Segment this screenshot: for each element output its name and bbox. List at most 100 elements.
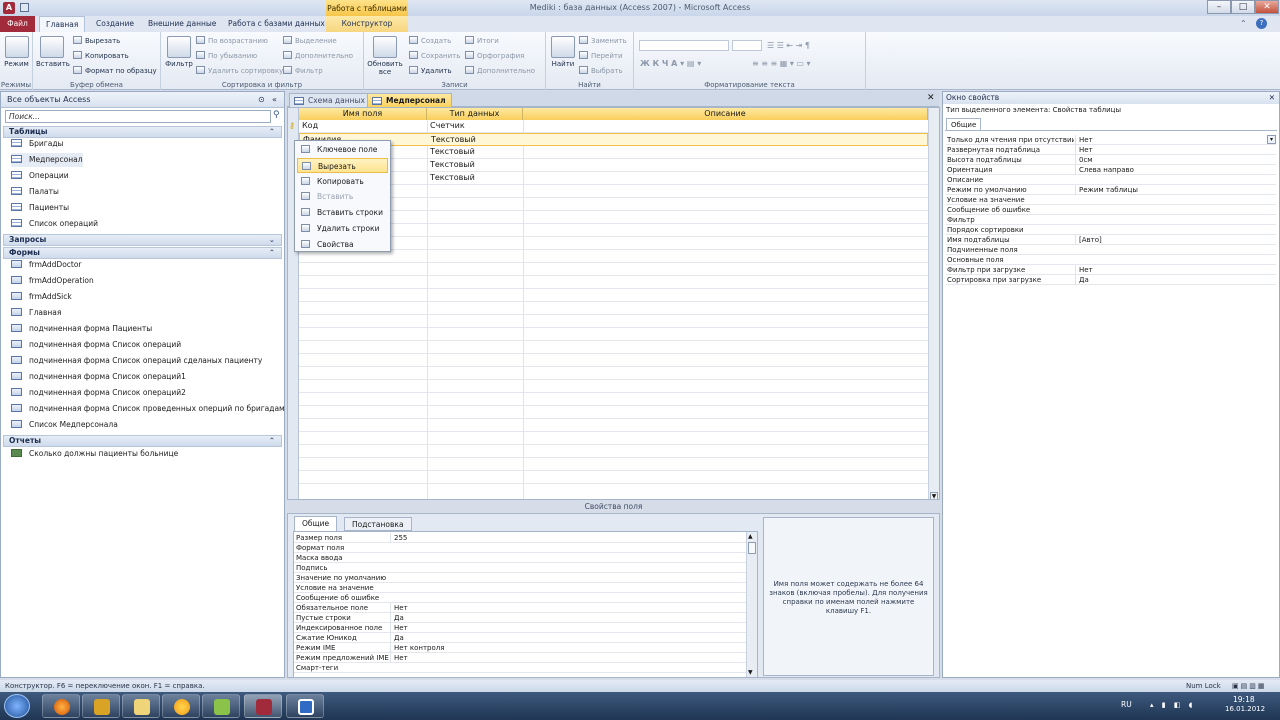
ribbon-minimize-icon[interactable]: ⌃ — [1240, 19, 1247, 28]
data-type-cell[interactable]: Текстовый — [427, 146, 523, 158]
close-icon[interactable]: ✕ — [1269, 92, 1275, 104]
empty-row[interactable] — [299, 237, 928, 250]
nav-item-form[interactable]: подчиненная форма Пациенты — [11, 322, 152, 336]
nav-header[interactable]: Все объекты Access ⊙ « — [1, 92, 284, 108]
property-row[interactable]: Индексированное поле Нет — [294, 623, 746, 633]
tab-design[interactable]: Конструктор — [326, 16, 408, 32]
scroll-down-icon[interactable]: ▼ — [930, 492, 938, 499]
remove-sort-button[interactable]: Удалить сортировку — [196, 66, 283, 75]
property-value[interactable]: Нет контроля — [390, 643, 746, 653]
empty-row[interactable] — [299, 432, 928, 445]
nav-section-reports[interactable]: Отчеты ⌃ — [3, 435, 282, 447]
view-switcher-icons[interactable]: ▣▤▥▦ — [1232, 680, 1266, 692]
description-cell[interactable] — [523, 159, 928, 171]
cut-button[interactable]: Вырезать — [73, 36, 120, 45]
delete-record-button[interactable]: Удалить — [409, 66, 452, 75]
property-value[interactable]: Режим таблицы — [1075, 185, 1275, 195]
taskbar-window[interactable] — [286, 694, 324, 718]
property-row[interactable]: Основные поля — [946, 255, 1276, 265]
property-row[interactable]: Фильтр при загрузке Нет — [946, 265, 1276, 275]
property-row[interactable]: Значение по умолчанию — [294, 573, 746, 583]
font-size-combo[interactable] — [732, 40, 762, 51]
menu-item-properties[interactable]: Свойства — [297, 237, 388, 252]
property-value[interactable]: Да — [390, 613, 746, 623]
copy-button[interactable]: Копировать — [73, 51, 129, 60]
menu-item-copy[interactable]: Копировать — [297, 174, 388, 189]
property-row[interactable]: Режим IME Нет контроля — [294, 643, 746, 653]
table-row[interactable]: Текстовый — [299, 146, 928, 159]
doc-tab-staff[interactable]: Медперсонал — [367, 93, 452, 107]
nav-item-form[interactable]: подчиненная форма Список операций1 — [11, 370, 186, 384]
empty-row[interactable] — [299, 354, 928, 367]
tray-icons[interactable]: ▴ ▮ ◧ ◖ — [1150, 701, 1195, 709]
data-type-cell[interactable]: Счетчик — [427, 120, 523, 132]
property-row[interactable]: Пустые строки Да — [294, 613, 746, 623]
property-value[interactable]: Нет — [1075, 265, 1275, 275]
sort-asc-button[interactable]: По возрастанию — [196, 36, 268, 45]
paste-button[interactable]: Вставить — [36, 36, 70, 68]
clock-time[interactable]: 19:18 — [1233, 695, 1255, 704]
property-value[interactable]: Нет — [390, 603, 746, 613]
empty-row[interactable] — [299, 328, 928, 341]
property-row[interactable]: Сообщение об ошибке — [294, 593, 746, 603]
taskbar-access[interactable] — [244, 694, 282, 718]
property-row[interactable]: Формат поля — [294, 543, 746, 553]
save-record-button[interactable]: Сохранить — [409, 51, 460, 60]
empty-row[interactable] — [299, 419, 928, 432]
nav-item-form[interactable]: подчиненная форма Список проведенных опе… — [11, 402, 285, 416]
empty-row[interactable] — [299, 289, 928, 302]
start-button-icon[interactable] — [4, 694, 30, 718]
description-cell[interactable] — [523, 172, 928, 184]
nav-collapse-icon[interactable]: « — [272, 92, 277, 108]
property-row[interactable]: Режим предложений IME Нет — [294, 653, 746, 663]
sort-desc-button[interactable]: По убыванию — [196, 51, 257, 60]
menu-item-paste[interactable]: Вставить — [297, 189, 388, 204]
property-row[interactable]: Условие на значение — [294, 583, 746, 593]
close-button[interactable]: ✕ — [1255, 0, 1279, 14]
empty-row[interactable] — [299, 276, 928, 289]
empty-row[interactable] — [299, 315, 928, 328]
scroll-thumb[interactable] — [748, 542, 756, 554]
nav-item-form[interactable]: подчиненная форма Список операций2 — [11, 386, 186, 400]
empty-row[interactable] — [299, 341, 928, 354]
nav-item-form[interactable]: frmAddSick — [11, 290, 72, 304]
scroll-up-icon[interactable]: ▲ — [748, 533, 753, 540]
close-doc-icon[interactable]: ✕ — [927, 93, 935, 103]
empty-row[interactable] — [299, 185, 928, 198]
menu-item-insert-rows[interactable]: Вставить строки — [297, 205, 388, 220]
nav-item-table[interactable]: Список операций — [11, 217, 98, 231]
description-cell[interactable] — [523, 146, 928, 158]
tab-general[interactable]: Общие — [294, 516, 338, 531]
tab-lookup[interactable]: Подстановка — [344, 517, 412, 531]
language-indicator[interactable]: RU — [1121, 700, 1132, 709]
help-icon[interactable]: ? — [1256, 18, 1267, 29]
tab-database-tools[interactable]: Работа с базами данных — [222, 16, 331, 32]
property-value[interactable]: Да — [1075, 275, 1275, 285]
filter-button[interactable]: Фильтр — [163, 36, 195, 68]
nav-item-form[interactable]: подчиненная форма Список операций сделан… — [11, 354, 262, 368]
field-name-cell[interactable]: Код — [299, 120, 427, 132]
taskbar-android[interactable] — [202, 694, 240, 718]
description-cell[interactable] — [523, 120, 928, 132]
property-value[interactable]: Да — [390, 633, 746, 643]
empty-row[interactable] — [299, 458, 928, 471]
nav-item-table[interactable]: Бригады — [11, 137, 63, 151]
property-value[interactable]: [Авто] — [1075, 235, 1275, 245]
totals-button[interactable]: Итоги — [465, 36, 499, 45]
empty-row[interactable] — [299, 380, 928, 393]
data-type-cell[interactable]: Текстовый — [428, 134, 524, 146]
tab-external-data[interactable]: Внешние данные — [142, 16, 222, 32]
minimize-button[interactable]: – — [1207, 0, 1231, 14]
selection-button[interactable]: Выделение — [283, 36, 337, 45]
data-type-cell[interactable]: Текстовый — [427, 159, 523, 171]
table-row[interactable]: Текстовый — [299, 159, 928, 172]
table-row[interactable]: Текстовый — [299, 172, 928, 185]
menu-item-primary-key[interactable]: Ключевое поле — [297, 142, 388, 157]
property-row[interactable]: Только для чтения при отсутствии Нет ▾ — [946, 135, 1276, 145]
doc-tab-relationships[interactable]: Схема данных — [289, 93, 371, 107]
toggle-filter-button[interactable]: Фильтр — [283, 66, 323, 75]
property-row[interactable]: Подпись — [294, 563, 746, 573]
maximize-button[interactable]: □ — [1231, 0, 1255, 14]
empty-row[interactable] — [299, 263, 928, 276]
property-row[interactable]: Имя подтаблицы [Авто] — [946, 235, 1276, 245]
